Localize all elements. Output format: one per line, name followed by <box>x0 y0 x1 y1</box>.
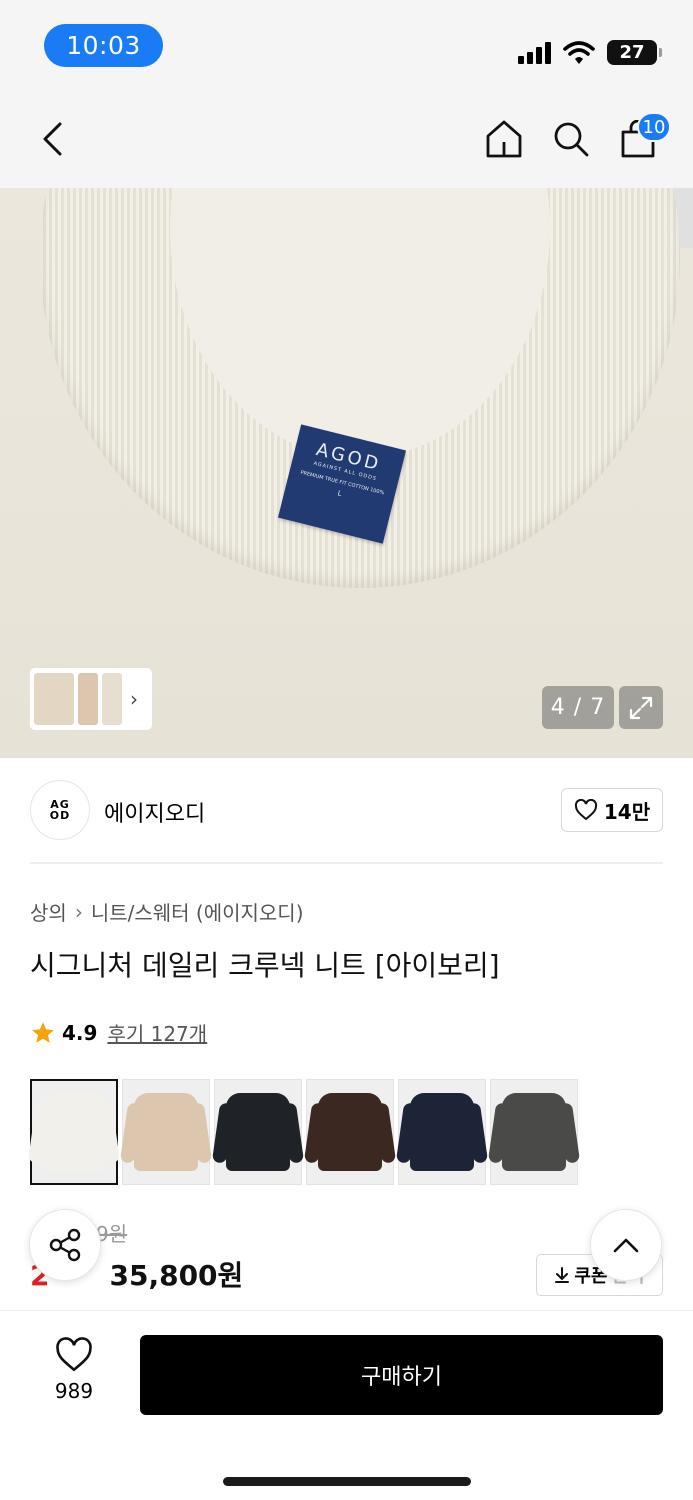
nav-bar: 10 <box>0 92 693 188</box>
heart-icon <box>56 1337 92 1372</box>
color-swatch[interactable] <box>30 1079 118 1185</box>
cart-button[interactable]: 10 <box>613 112 671 164</box>
status-bar: 10:03 27 <box>0 0 693 92</box>
back-button[interactable] <box>28 114 78 164</box>
battery-icon: 27 <box>607 40 662 65</box>
color-swatch[interactable] <box>214 1079 302 1185</box>
brand-name[interactable]: 에이지오디 <box>104 796 205 828</box>
product-title: 시그니처 데일리 크루넥 니트 [아이보리] <box>30 949 500 982</box>
home-indicator <box>223 1477 471 1486</box>
back-arrow-icon <box>43 122 62 156</box>
chevron-up-icon <box>613 1238 639 1253</box>
cart-count-badge: 10 <box>637 112 671 142</box>
breadcrumb-item[interactable]: 니트/스웨터 (에이지오디) <box>91 897 304 926</box>
color-swatch[interactable] <box>122 1079 210 1185</box>
rating-score: 4.9 <box>62 1020 98 1045</box>
search-button[interactable] <box>546 114 596 164</box>
image-counter: 4 / 7 <box>542 686 614 729</box>
brand-like-button[interactable]: 14만 <box>561 788 663 832</box>
thumbnail <box>102 673 122 725</box>
divider <box>30 862 663 864</box>
brand-logo[interactable]: AG OD <box>30 780 90 840</box>
buy-button[interactable]: 구매하기 <box>140 1335 663 1415</box>
status-time: 10:03 <box>44 24 163 67</box>
color-swatches <box>30 1079 578 1185</box>
expand-icon <box>629 696 653 719</box>
thumbnail <box>34 673 74 725</box>
battery-level: 27 <box>619 42 645 63</box>
star-icon <box>32 1021 54 1043</box>
sweater-thumbnail <box>134 1093 198 1171</box>
brand-like-count: 14만 <box>603 799 651 824</box>
sweater-thumbnail <box>502 1093 566 1171</box>
wishlist-button[interactable]: 989 <box>40 1337 108 1403</box>
bottom-action-bar: 989 구매하기 <box>0 1310 693 1500</box>
image-thumbnail-strip[interactable]: › <box>30 668 152 730</box>
share-icon <box>49 1228 81 1262</box>
sweater-thumbnail <box>318 1093 382 1171</box>
home-button[interactable] <box>479 114 529 164</box>
chevron-right-icon: › <box>130 687 138 711</box>
breadcrumb: 상의 › 니트/스웨터 (에이지오디) <box>30 897 304 926</box>
share-button[interactable] <box>29 1209 101 1281</box>
heart-icon <box>574 799 597 821</box>
chevron-right-icon: › <box>74 899 83 924</box>
sweater-thumbnail <box>226 1093 290 1171</box>
signal-icon <box>518 41 551 64</box>
color-swatch[interactable] <box>490 1079 578 1185</box>
scroll-top-button[interactable] <box>590 1209 662 1281</box>
sweater-thumbnail <box>42 1093 106 1171</box>
color-swatch[interactable] <box>306 1079 394 1185</box>
brand-row: AG OD 에이지오디 14만 <box>30 780 663 842</box>
breadcrumb-item[interactable]: 상의 <box>30 897 67 926</box>
wifi-icon <box>563 40 595 64</box>
rating: 4.9 후기 127개 <box>30 1018 207 1047</box>
review-count-link[interactable]: 후기 127개 <box>107 1018 207 1047</box>
wishlist-count: 989 <box>54 1379 94 1403</box>
home-icon <box>486 120 522 158</box>
status-icons: 27 <box>518 40 662 65</box>
search-icon <box>554 122 589 157</box>
color-swatch[interactable] <box>398 1079 486 1185</box>
download-icon <box>555 1267 570 1283</box>
product-image[interactable]: AGOD AGAINST ALL ODDS PREMIUM TRUE FIT C… <box>0 188 693 758</box>
expand-button[interactable] <box>619 686 663 729</box>
sale-price: 35,800원 <box>109 1259 244 1292</box>
sweater-thumbnail <box>410 1093 474 1171</box>
thumbnail <box>78 673 98 725</box>
